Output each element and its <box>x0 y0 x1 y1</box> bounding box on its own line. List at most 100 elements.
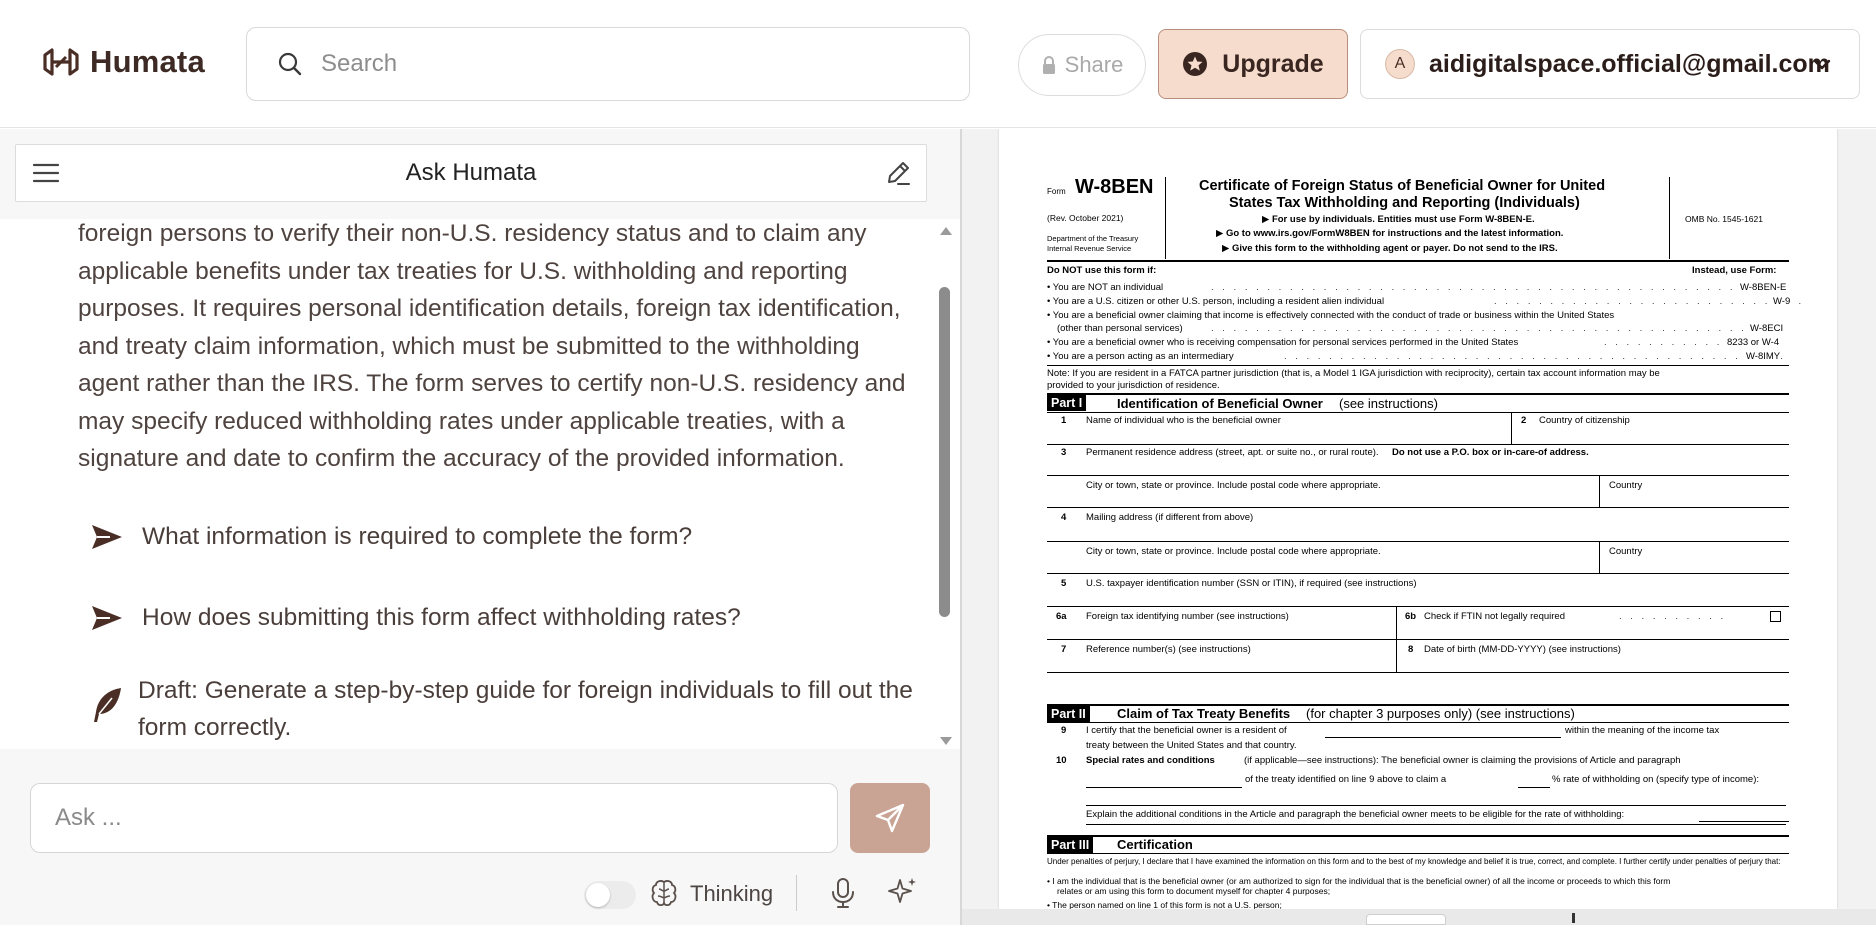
part2-label: Part II <box>1047 706 1090 722</box>
part1-suffix: (see instructions) <box>1339 396 1438 411</box>
line1-label: Name of individual who is the beneficial… <box>1086 415 1281 426</box>
thinking-label: Thinking <box>690 881 774 906</box>
document-viewer[interactable]: Form W-8BEN (Rev. October 2021) Departme… <box>962 129 1876 925</box>
rule <box>1047 853 1789 854</box>
chat-panel: Ask Humata foreign persons to verify the… <box>0 129 960 925</box>
microphone-icon[interactable] <box>829 877 857 909</box>
page-marker <box>1572 913 1575 923</box>
assistant-answer: foreign persons to verify their non-U.S.… <box>78 220 906 472</box>
line10-text-3: % rate of withholding on (specify type o… <box>1552 774 1759 785</box>
omb-number: OMB No. 1545-1621 <box>1685 214 1763 224</box>
chat-panel-title: Ask Humata <box>405 159 537 186</box>
line6a-label: Foreign tax identifying number (see inst… <box>1086 611 1289 622</box>
suggested-question[interactable]: How does submitting this form affect wit… <box>90 604 741 632</box>
ask-input-box[interactable] <box>30 783 838 853</box>
upgrade-label: Upgrade <box>1222 49 1324 78</box>
line9-text-end: treaty between the United States and tha… <box>1086 740 1297 751</box>
line8-label: Date of birth (MM-DD-YYYY) (see instruct… <box>1424 644 1621 655</box>
rule <box>1165 177 1166 259</box>
search-icon <box>278 52 302 76</box>
part3-title: Certification <box>1117 837 1193 852</box>
line-number: 7 <box>1061 644 1067 655</box>
scroll-down-arrow[interactable] <box>940 737 952 745</box>
rule <box>1047 475 1789 476</box>
line6b-label: Check if FTIN not legally required <box>1424 611 1565 622</box>
exclusion-form: W-9 <box>1770 297 1791 307</box>
ftin-checkbox[interactable] <box>1770 611 1781 622</box>
suggestion-text: What information is required to complete… <box>142 523 693 550</box>
line9-text: I certify that the beneficial owner is a… <box>1086 725 1287 736</box>
chat-scrollbar[interactable] <box>934 227 954 747</box>
dot-leader: . . . . . . . . . . . . . . . . . . . . … <box>1494 296 1805 307</box>
top-bar: Humata Share Upgrade A aidigitalspace.of… <box>0 0 1876 128</box>
humata-logo[interactable]: Humata <box>42 42 205 82</box>
line3-label: Permanent residence address (street, apt… <box>1086 447 1379 458</box>
line-number: 10 <box>1056 755 1067 766</box>
star-badge-icon <box>1183 52 1208 76</box>
certification-item-cont: relates or am using this form to documen… <box>1057 886 1331 896</box>
lock-icon <box>1042 56 1055 74</box>
form-revision: (Rev. October 2021) <box>1047 213 1124 223</box>
exclusion-form: W-8ECI <box>1747 324 1784 334</box>
line10-text-2: of the treaty identified on line 9 above… <box>1245 774 1447 785</box>
rule <box>1047 672 1789 673</box>
part2-title: Claim of Tax Treaty Benefits <box>1117 706 1291 721</box>
account-menu[interactable]: A aidigitalspace.official@gmail.com <box>1360 29 1860 99</box>
pdf-page: Form W-8BEN (Rev. October 2021) Departme… <box>999 129 1837 909</box>
logo-text: Humata <box>90 44 205 79</box>
draft-text: Draft: Generate a step-by-step guide for… <box>138 677 913 741</box>
suggested-question[interactable]: What information is required to complete… <box>90 523 692 551</box>
line10-text: (if applicable—see instructions): The be… <box>1244 755 1681 766</box>
city-label: City or town, state or province. Include… <box>1086 480 1381 491</box>
rule <box>1047 365 1789 366</box>
form-dept: Department of the Treasury <box>1047 234 1139 243</box>
fatca-note-line2: provided to your jurisdiction of residen… <box>1047 380 1220 391</box>
fatca-note-line1: Note: If you are resident in a FATCA par… <box>1047 368 1660 379</box>
dot-leader: . . . . . . . . . . . . . . . . . . . . … <box>1211 323 1770 334</box>
line10-heading: Special rates and conditions <box>1086 755 1215 766</box>
line-number: 6b <box>1405 611 1417 622</box>
draft-suggestion[interactable]: Draft: Generate a step-by-step guide for… <box>90 672 920 746</box>
chat-messages[interactable]: foreign persons to verify their non-U.S.… <box>0 219 960 749</box>
form-title-line2: States Tax Withholding and Reporting (In… <box>1229 195 1580 211</box>
form-title-line1: Certificate of Foreign Status of Benefic… <box>1199 178 1606 194</box>
account-email: aidigitalspace.official@gmail.com <box>1429 49 1830 78</box>
form-prefix: Form <box>1047 187 1066 196</box>
edit-pencil-icon[interactable] <box>884 159 912 187</box>
rule <box>1047 444 1789 445</box>
scroll-up-arrow[interactable] <box>940 227 952 235</box>
search-bar[interactable] <box>246 27 970 101</box>
send-button[interactable] <box>850 783 930 853</box>
thinking-toggle[interactable] <box>584 881 636 909</box>
line-number: 2 <box>1521 415 1527 426</box>
exclusion-bullet: • You are a beneficial owner claiming th… <box>1047 310 1615 321</box>
form-instruction-1: ▶ For use by individuals. Entities must … <box>1262 214 1535 225</box>
scroll-thumb[interactable] <box>939 287 950 617</box>
blank-line <box>1325 737 1561 738</box>
quill-feather-icon <box>94 688 121 722</box>
share-button[interactable]: Share <box>1018 34 1146 96</box>
rule <box>1511 412 1512 444</box>
line-number: 4 <box>1061 512 1067 523</box>
upgrade-button[interactable]: Upgrade <box>1158 29 1348 99</box>
dot-leader: . . . . . . . . . . . . . . . . . . . . … <box>1284 351 1786 362</box>
paper-plane-icon <box>875 803 905 833</box>
chevron-down-icon[interactable] <box>1811 54 1833 76</box>
certification-item: • I am the individual that is the benefi… <box>1047 876 1671 886</box>
ask-input[interactable] <box>55 804 815 832</box>
rule <box>1047 541 1789 542</box>
form-instruction-2: ▶ Go to www.irs.gov/FormW8BEN for instru… <box>1216 228 1564 239</box>
input-tools: Thinking <box>584 867 934 915</box>
line9-text-cont: within the meaning of the income tax <box>1565 725 1720 736</box>
next-page-edge <box>1366 914 1446 925</box>
rule <box>1047 393 1789 395</box>
line-number: 3 <box>1061 447 1067 458</box>
rule <box>1599 541 1600 573</box>
line-number: 9 <box>1061 725 1067 736</box>
pdf-page-edge <box>962 909 1876 925</box>
line4-label: Mailing address (if different from above… <box>1086 512 1254 523</box>
part2-suffix: (for chapter 3 purposes only) (see instr… <box>1306 706 1575 721</box>
sparkle-icon[interactable] <box>886 875 920 909</box>
line-number: 6a <box>1056 611 1067 622</box>
search-input[interactable] <box>321 50 921 78</box>
